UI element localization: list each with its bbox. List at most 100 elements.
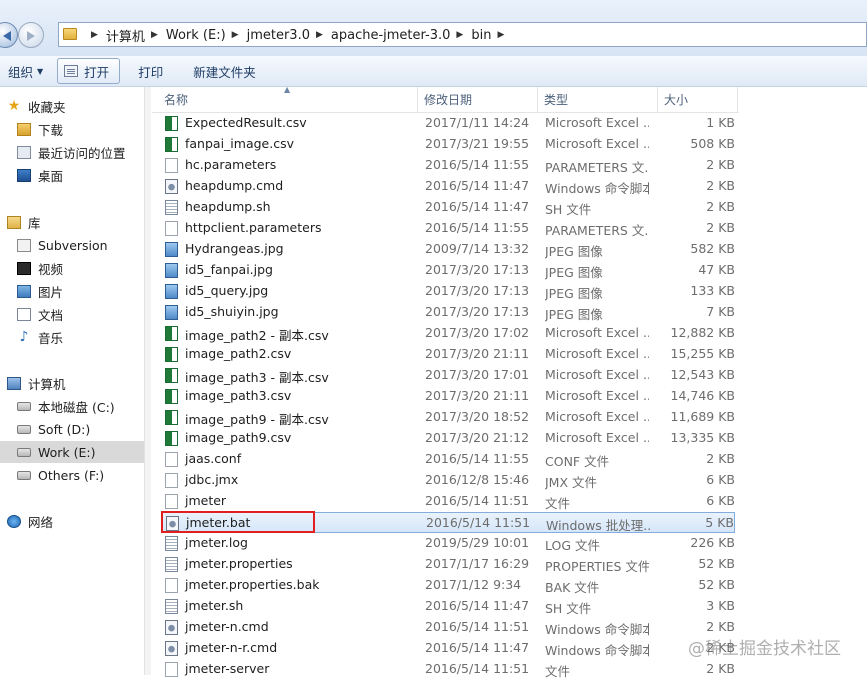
nav-item-music[interactable]: ♪ 音乐 [17,326,63,348]
chevron-right-icon[interactable]: ▶ [232,30,239,40]
documents-library-icon [17,307,31,321]
nav-item-desktop[interactable]: 桌面 [17,164,63,186]
file-row[interactable]: Hydrangeas.jpg 2009/7/14 13:32 JPEG 图像 582 … [161,239,735,260]
file-size: 12,882 KB [670,325,735,340]
nav-item-documents[interactable]: 文档 [17,303,63,325]
file-type: CONF 文件 [545,454,610,469]
nav-item-drive-f[interactable]: Others (F:) [17,464,104,486]
forward-button[interactable] [18,22,44,48]
address-bar-area: ▶ 计算机 ▶ Work (E:) ▶ jmeter3.0 ▶ apache-j… [0,0,867,56]
breadcrumb-work-drive[interactable]: Work (E:) [166,28,226,43]
file-row[interactable]: jmeter-n.cmd 2016/5/14 11:51 Windows 命令脚本 2… [161,617,735,638]
organize-button[interactable]: 组织 ▼ [0,59,51,83]
nav-item-drive-e[interactable]: Work (E:) [0,441,144,463]
nav-libraries-label: 库 [28,215,41,231]
file-size: 15,255 KB [670,346,735,361]
nav-item-label: 视频 [38,261,64,277]
print-button[interactable]: 打印 [130,59,171,83]
column-header-size[interactable]: 大小 [658,87,738,112]
file-row[interactable]: ExpectedResult.csv 2017/1/11 14:24 Microso… [161,113,735,134]
back-button[interactable] [0,22,18,48]
breadcrumb-jmeter3[interactable]: jmeter3.0 [247,28,310,43]
file-row[interactable]: jmeter.properties 2017/1/17 16:29 PROPERTI… [161,554,735,575]
nav-item-downloads[interactable]: 下载 [17,118,63,140]
file-date: 2017/1/11 14:24 [425,115,530,130]
column-header-type[interactable]: 类型 [538,87,658,112]
column-header-date[interactable]: 修改日期 [418,87,538,112]
drive-icon [17,424,31,434]
breadcrumb-computer[interactable]: 计算机 [106,26,145,45]
open-button[interactable]: 打开 [57,58,121,84]
file-row[interactable]: image_path2 - 副本.csv 2017/3/20 17:02 Micro… [161,323,735,344]
drive-icon [17,447,31,457]
pane-splitter[interactable] [144,87,151,675]
breadcrumb-bin[interactable]: bin [471,28,491,43]
nav-network[interactable]: 网络 [7,510,53,532]
file-row[interactable]: image_path9.csv 2017/3/20 21:12 Microsoft … [161,428,735,449]
file-date: 2016/5/14 11:55 [425,451,530,466]
file-size: 508 KB [690,136,735,151]
nav-item-videos[interactable]: 视频 [17,257,63,279]
file-row[interactable]: httpclient.parameters 2016/5/14 11:55 PARA… [161,218,735,239]
file-row[interactable]: id5_fanpai.jpg 2017/3/20 17:13 JPEG 图像 47 K… [161,260,735,281]
file-name: jmeter-n-r.cmd [185,640,278,655]
chevron-right-icon[interactable]: ▶ [151,30,158,40]
file-row[interactable]: image_path2.csv 2017/3/20 21:11 Microsoft … [161,344,735,365]
nav-item-label: 最近访问的位置 [38,145,126,161]
file-name: id5_query.jpg [185,283,269,298]
file-row[interactable]: jdbc.jmx 2016/12/8 15:46 JMX 文件 6 KB [161,470,735,491]
file-date: 2017/3/20 18:52 [425,409,530,424]
file-row[interactable]: image_path3.csv 2017/3/20 21:11 Microsoft … [161,386,735,407]
nav-computer[interactable]: 计算机 [7,372,66,394]
nav-network-label: 网络 [28,514,54,530]
chevron-right-icon[interactable]: ▶ [456,30,463,40]
chevron-right-icon[interactable]: ▶ [497,30,504,40]
file-size: 13,335 KB [670,430,735,445]
gear-file-icon [165,620,178,635]
nav-item-drive-c[interactable]: 本地磁盘 (C:) [17,395,115,417]
file-name: jmeter.properties [185,556,293,571]
file-date: 2017/3/20 21:12 [425,430,530,445]
nav-item-pictures[interactable]: 图片 [17,280,63,302]
file-date: 2017/1/12 9:34 [425,577,522,592]
file-size: 5 KB [705,515,734,530]
file-row[interactable]: jmeter-n-r.cmd 2016/5/14 11:47 Windows 命令脚… [161,638,735,659]
file-row[interactable]: jmeter.log 2019/5/29 10:01 LOG 文件 226 KB [161,533,735,554]
file-row[interactable]: heapdump.cmd 2016/5/14 11:47 Windows 命令脚本 2… [161,176,735,197]
file-row[interactable]: jmeter 2016/5/14 11:51 文件 6 KB [161,491,735,512]
nav-item-drive-d[interactable]: Soft (D:) [17,418,90,440]
address-box[interactable]: ▶ 计算机 ▶ Work (E:) ▶ jmeter3.0 ▶ apache-j… [58,22,867,47]
file-date: 2016/5/14 11:47 [425,640,530,655]
file-size: 6 KB [706,493,735,508]
file-row[interactable]: image_path3 - 副本.csv 2017/3/20 17:01 Micro… [161,365,735,386]
chevron-right-icon[interactable]: ▶ [91,30,98,40]
file-row[interactable]: heapdump.sh 2016/5/14 11:47 SH 文件 2 KB [161,197,735,218]
file-type: BAK 文件 [545,580,600,595]
file-date: 2017/3/20 21:11 [425,388,530,403]
file-size: 2 KB [706,619,735,634]
file-row[interactable]: id5_shuiyin.jpg 2017/3/20 17:13 JPEG 图像 7 K… [161,302,735,323]
file-row[interactable]: fanpai_image.csv 2017/3/21 19:55 Microsoft… [161,134,735,155]
nav-item-recent-places[interactable]: 最近访问的位置 [17,141,126,163]
highlight-box [161,511,315,533]
file-row[interactable]: hc.parameters 2016/5/14 11:55 PARAMETERS 文… [161,155,735,176]
file-row[interactable]: image_path9 - 副本.csv 2017/3/20 18:52 Micro… [161,407,735,428]
file-row[interactable]: id5_query.jpg 2017/3/20 17:13 JPEG 图像 133 K… [161,281,735,302]
breadcrumb-apache-jmeter[interactable]: apache-jmeter-3.0 [331,28,451,43]
drive-icon [17,470,31,480]
excel-icon [165,389,178,404]
file-row[interactable]: jmeter-server 2016/5/14 11:51 文件 2 KB [161,659,735,680]
nav-libraries[interactable]: 库 [7,211,41,233]
forward-arrow-icon [27,31,35,41]
file-row[interactable]: jmeter.properties.bak 2017/1/12 9:34 BAK 文… [161,575,735,596]
nav-item-subversion[interactable]: Subversion [17,234,108,256]
music-note-icon: ♪ [19,328,29,345]
column-header-name[interactable]: 名称 [158,87,418,112]
new-folder-button[interactable]: 新建文件夹 [185,59,264,83]
file-row[interactable]: jaas.conf 2016/5/14 11:55 CONF 文件 2 KB [161,449,735,470]
file-date: 2016/5/14 11:51 [425,661,530,676]
excel-icon [165,431,178,446]
nav-favorites[interactable]: ★ 收藏夹 [7,95,66,117]
file-row[interactable]: jmeter.sh 2016/5/14 11:47 SH 文件 3 KB [161,596,735,617]
chevron-right-icon[interactable]: ▶ [316,30,323,40]
